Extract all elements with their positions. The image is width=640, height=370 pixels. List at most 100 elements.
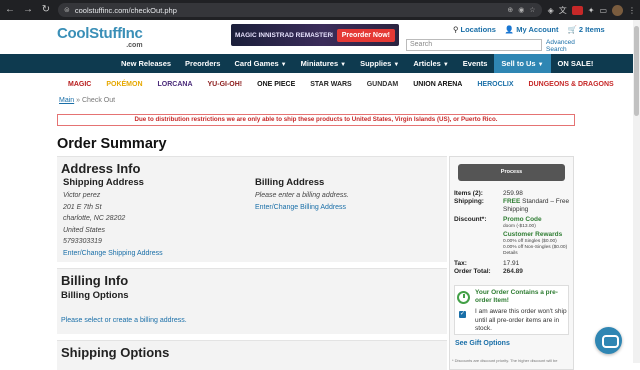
nav-on-sale[interactable]: ON SALE! (551, 54, 601, 73)
billing-options-block: Billing Options (61, 290, 129, 303)
tax-row: Tax: 17.91 (454, 260, 573, 268)
brand-heroclix[interactable]: HEROCLIX (477, 81, 513, 88)
address-bar[interactable]: ⊜ coolstuffinc.com/checkOut.php ⊕ ◉ ☆ (58, 3, 542, 17)
logo-text: CoolStuffInc (57, 25, 143, 42)
promo-banner[interactable]: MAGIC INNISTRAD REMASTERED Preorder Now! (231, 24, 399, 46)
discount-row: Discount*: Promo Code doom (-$13.00) Cus… (454, 216, 573, 257)
brand-one-piece[interactable]: ONE PIECE (257, 81, 295, 88)
shipping-phone: 5793303319 (63, 238, 102, 245)
billing-note: Please enter a billing address. (255, 192, 349, 199)
site-logo[interactable]: CoolStuffInc .com (57, 26, 143, 49)
shipping-label: Shipping: (454, 198, 484, 205)
discount-value: Promo Code doom (-$13.00) Customer Rewar… (503, 216, 573, 257)
location-icon[interactable]: ◉ (518, 6, 524, 14)
brand-pokemon[interactable]: POKÉMON (106, 81, 142, 88)
chevron-down-icon: ▼ (537, 62, 544, 68)
tax-value: 17.91 (503, 260, 520, 267)
items-row: Items (2): 259.98 (454, 190, 573, 198)
my-account-link[interactable]: 👤 My Account (505, 25, 559, 34)
nav-new-releases[interactable]: New Releases (114, 54, 178, 73)
site-info-icon[interactable]: ⊜ (64, 6, 70, 14)
nav-supplies[interactable]: Supplies ▼ (353, 54, 406, 73)
cart-link[interactable]: 🛒 2 Items (568, 25, 605, 34)
preorder-now-button[interactable]: Preorder Now! (336, 28, 395, 42)
banner-text: MAGIC INNISTRAD REMASTERED (235, 31, 333, 39)
shipping-options-title: Shipping Options (61, 345, 170, 360)
page-title: Order Summary (57, 136, 167, 152)
gift-options-link[interactable]: See Gift Options (455, 340, 510, 347)
shipping-restriction-notice: Due to distribution restrictions we are … (57, 114, 575, 126)
discount-label: Discount*: (454, 216, 487, 223)
nav-articles[interactable]: Articles ▼ (406, 54, 455, 73)
zoom-icon[interactable]: ⊕ (507, 6, 513, 14)
nav-supplies-label: Supplies (360, 59, 392, 68)
shipping-country: United States (63, 226, 106, 234)
shipping-street: 201 E 7th St (63, 203, 102, 211)
main-nav: New Releases Preorders Card Games ▼ Minia… (0, 54, 633, 73)
brand-bar: MAGIC POKÉMON LORCANA YU-GI-OH! ONE PIEC… (0, 73, 633, 95)
chevron-down-icon: ▼ (442, 62, 449, 68)
shipping-name: Victor perez (63, 192, 101, 199)
chat-icon[interactable] (595, 327, 622, 354)
preorder-acknowledge-checkbox[interactable]: ✓ (459, 311, 466, 318)
page-scrollbar[interactable] (633, 20, 640, 363)
locations-link[interactable]: ⚲ Locations (453, 25, 496, 34)
advanced-search-link[interactable]: Advanced Search (546, 39, 582, 53)
scrollbar-thumb[interactable] (634, 26, 639, 116)
order-total-row: Order Total: 264.89 (454, 268, 573, 276)
process-button[interactable]: Process (458, 164, 565, 181)
url-text[interactable]: coolstuffinc.com/checkOut.php (75, 6, 502, 15)
bookmark-star-icon[interactable]: ☆ (529, 6, 535, 14)
breadcrumb-main-link[interactable]: Main (59, 97, 74, 104)
sidebar-icon[interactable]: ▭ (599, 6, 607, 15)
menu-icon[interactable]: ⋮ (628, 6, 636, 15)
brand-yugioh[interactable]: YU-GI-OH! (208, 81, 243, 88)
brand-magic[interactable]: MAGIC (68, 81, 91, 88)
cart-icon: 🛒 (567, 25, 577, 34)
forward-icon[interactable]: → (22, 0, 34, 20)
clock-icon (457, 291, 470, 304)
preorder-text: I am aware this order won't ship until a… (475, 308, 567, 332)
nav-sell-to-us[interactable]: Sell to Us ▼ (494, 54, 551, 73)
order-total-label: Order Total: (454, 268, 491, 275)
nav-sell-to-us-label: Sell to Us (501, 59, 536, 68)
translate-icon[interactable]: 文 (559, 5, 567, 16)
extension-icon[interactable]: ◈ (548, 6, 554, 15)
shipping-row: Shipping: FREE Standard – Free Shipping (454, 198, 573, 214)
shipping-options-section: Shipping Options (57, 340, 447, 370)
back-icon[interactable]: ← (4, 0, 16, 20)
change-billing-address-link[interactable]: Enter/Change Billing Address (255, 202, 349, 214)
user-icon: 👤 (504, 25, 515, 34)
billing-address-heading: Billing Address (255, 177, 325, 188)
preorder-title: Your Order Contains a pre-order Item! (475, 289, 558, 304)
nav-events[interactable]: Events (456, 54, 495, 73)
shipping-free-badge: FREE (503, 198, 521, 205)
select-billing-address-link[interactable]: Please select or create a billing addres… (61, 315, 187, 327)
rewards-details-link[interactable]: Details (503, 251, 573, 257)
brand-union-arena[interactable]: UNION ARENA (413, 81, 462, 88)
brand-gundam[interactable]: GUNDAM (367, 81, 399, 88)
logo-sub: .com (126, 42, 143, 49)
brand-lorcana[interactable]: LORCANA (158, 81, 193, 88)
search-input[interactable]: Search (406, 39, 542, 51)
map-pin-icon: ⚲ (453, 25, 459, 34)
extension-red-icon[interactable] (571, 5, 583, 15)
nav-card-games[interactable]: Card Games ▼ (227, 54, 293, 73)
billing-address-block: Billing Address Please enter a billing a… (255, 177, 349, 213)
customer-rewards-label: Customer Rewards (503, 231, 563, 238)
reload-icon[interactable]: ↻ (40, 0, 52, 20)
nav-preorders[interactable]: Preorders (178, 54, 227, 73)
brand-dnd[interactable]: DUNGEONS & DRAGONS (529, 81, 614, 88)
extensions-area: ◈ 文 ✦ ▭ ⋮ (548, 4, 636, 16)
change-shipping-address-link[interactable]: Enter/Change Shipping Address (63, 248, 163, 260)
items-value: 259.98 (503, 190, 523, 197)
shipping-city: charlotte, NC 28202 (63, 215, 126, 222)
profile-avatar[interactable] (612, 4, 623, 16)
chevron-down-icon: ▼ (393, 62, 400, 68)
puzzle-icon[interactable]: ✦ (588, 6, 595, 15)
account-links: ⚲ Locations 👤 My Account 🛒 2 Items (453, 25, 605, 34)
site-header: CoolStuffInc .com MAGIC INNISTRAD REMAST… (0, 20, 640, 52)
brand-star-wars[interactable]: STAR WARS (310, 81, 351, 88)
billing-info-title: Billing Info (61, 273, 129, 288)
nav-miniatures[interactable]: Miniatures ▼ (294, 54, 353, 73)
